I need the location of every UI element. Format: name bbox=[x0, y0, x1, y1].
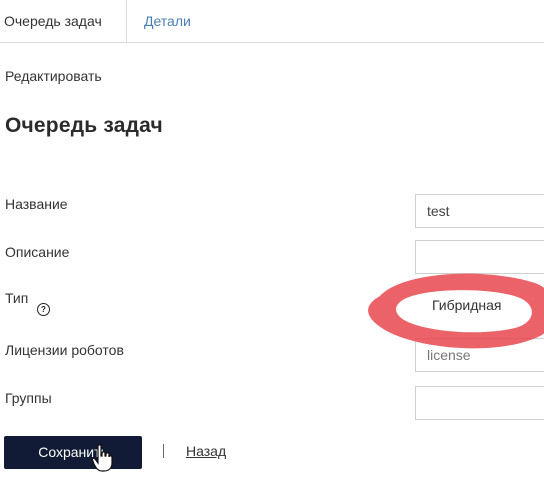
hand-cursor-icon bbox=[92, 444, 113, 472]
type-select-value: Гибридная bbox=[432, 297, 502, 313]
tab-bar: Очередь задач Детали bbox=[0, 0, 544, 43]
name-field[interactable]: test bbox=[415, 194, 544, 228]
page-title: Очередь задач bbox=[5, 114, 163, 137]
help-icon[interactable]: ? bbox=[37, 303, 50, 316]
action-separator bbox=[163, 444, 164, 458]
name-label: Название bbox=[5, 196, 68, 212]
back-link[interactable]: Назад bbox=[186, 443, 226, 459]
edit-mode-label: Редактировать bbox=[5, 68, 102, 84]
description-label: Описание bbox=[5, 244, 70, 260]
groups-label: Группы bbox=[5, 390, 52, 406]
tab-details[interactable]: Детали bbox=[144, 0, 191, 42]
tab-task-queue[interactable]: Очередь задач bbox=[0, 0, 127, 42]
save-button[interactable]: Сохранить bbox=[4, 436, 142, 469]
robot-licenses-label: Лицензии роботов bbox=[5, 342, 124, 358]
type-label: Тип bbox=[5, 290, 29, 306]
red-highlight-annotation bbox=[368, 273, 544, 349]
groups-field[interactable] bbox=[415, 386, 544, 420]
